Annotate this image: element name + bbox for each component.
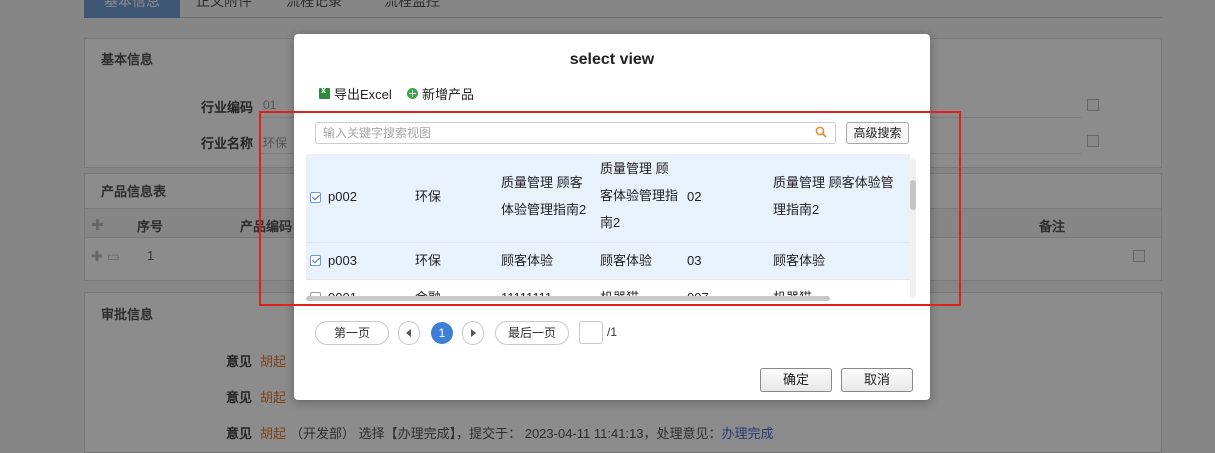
last-page-button[interactable]: 最后一页 (495, 321, 569, 345)
confirm-button[interactable]: 确定 (760, 368, 832, 392)
first-page-button[interactable]: 第一页 (315, 321, 389, 345)
page-total: /1 (607, 325, 618, 339)
export-excel-button[interactable]: 导出Excel (319, 84, 392, 103)
excel-icon (319, 85, 330, 99)
add-circle-icon (407, 88, 418, 99)
current-page[interactable]: 1 (431, 322, 453, 344)
export-excel-label: 导出Excel (334, 87, 392, 102)
add-product-label: 新增产品 (422, 87, 475, 102)
cancel-button[interactable]: 取消 (841, 368, 913, 392)
page-number-input[interactable] (579, 321, 603, 344)
prev-page-icon[interactable] (398, 321, 420, 345)
highlight-annotation-box (259, 111, 961, 306)
next-page-icon[interactable] (462, 321, 484, 345)
add-product-button[interactable]: 新增产品 (407, 84, 474, 103)
dialog-title: select view (569, 51, 655, 68)
